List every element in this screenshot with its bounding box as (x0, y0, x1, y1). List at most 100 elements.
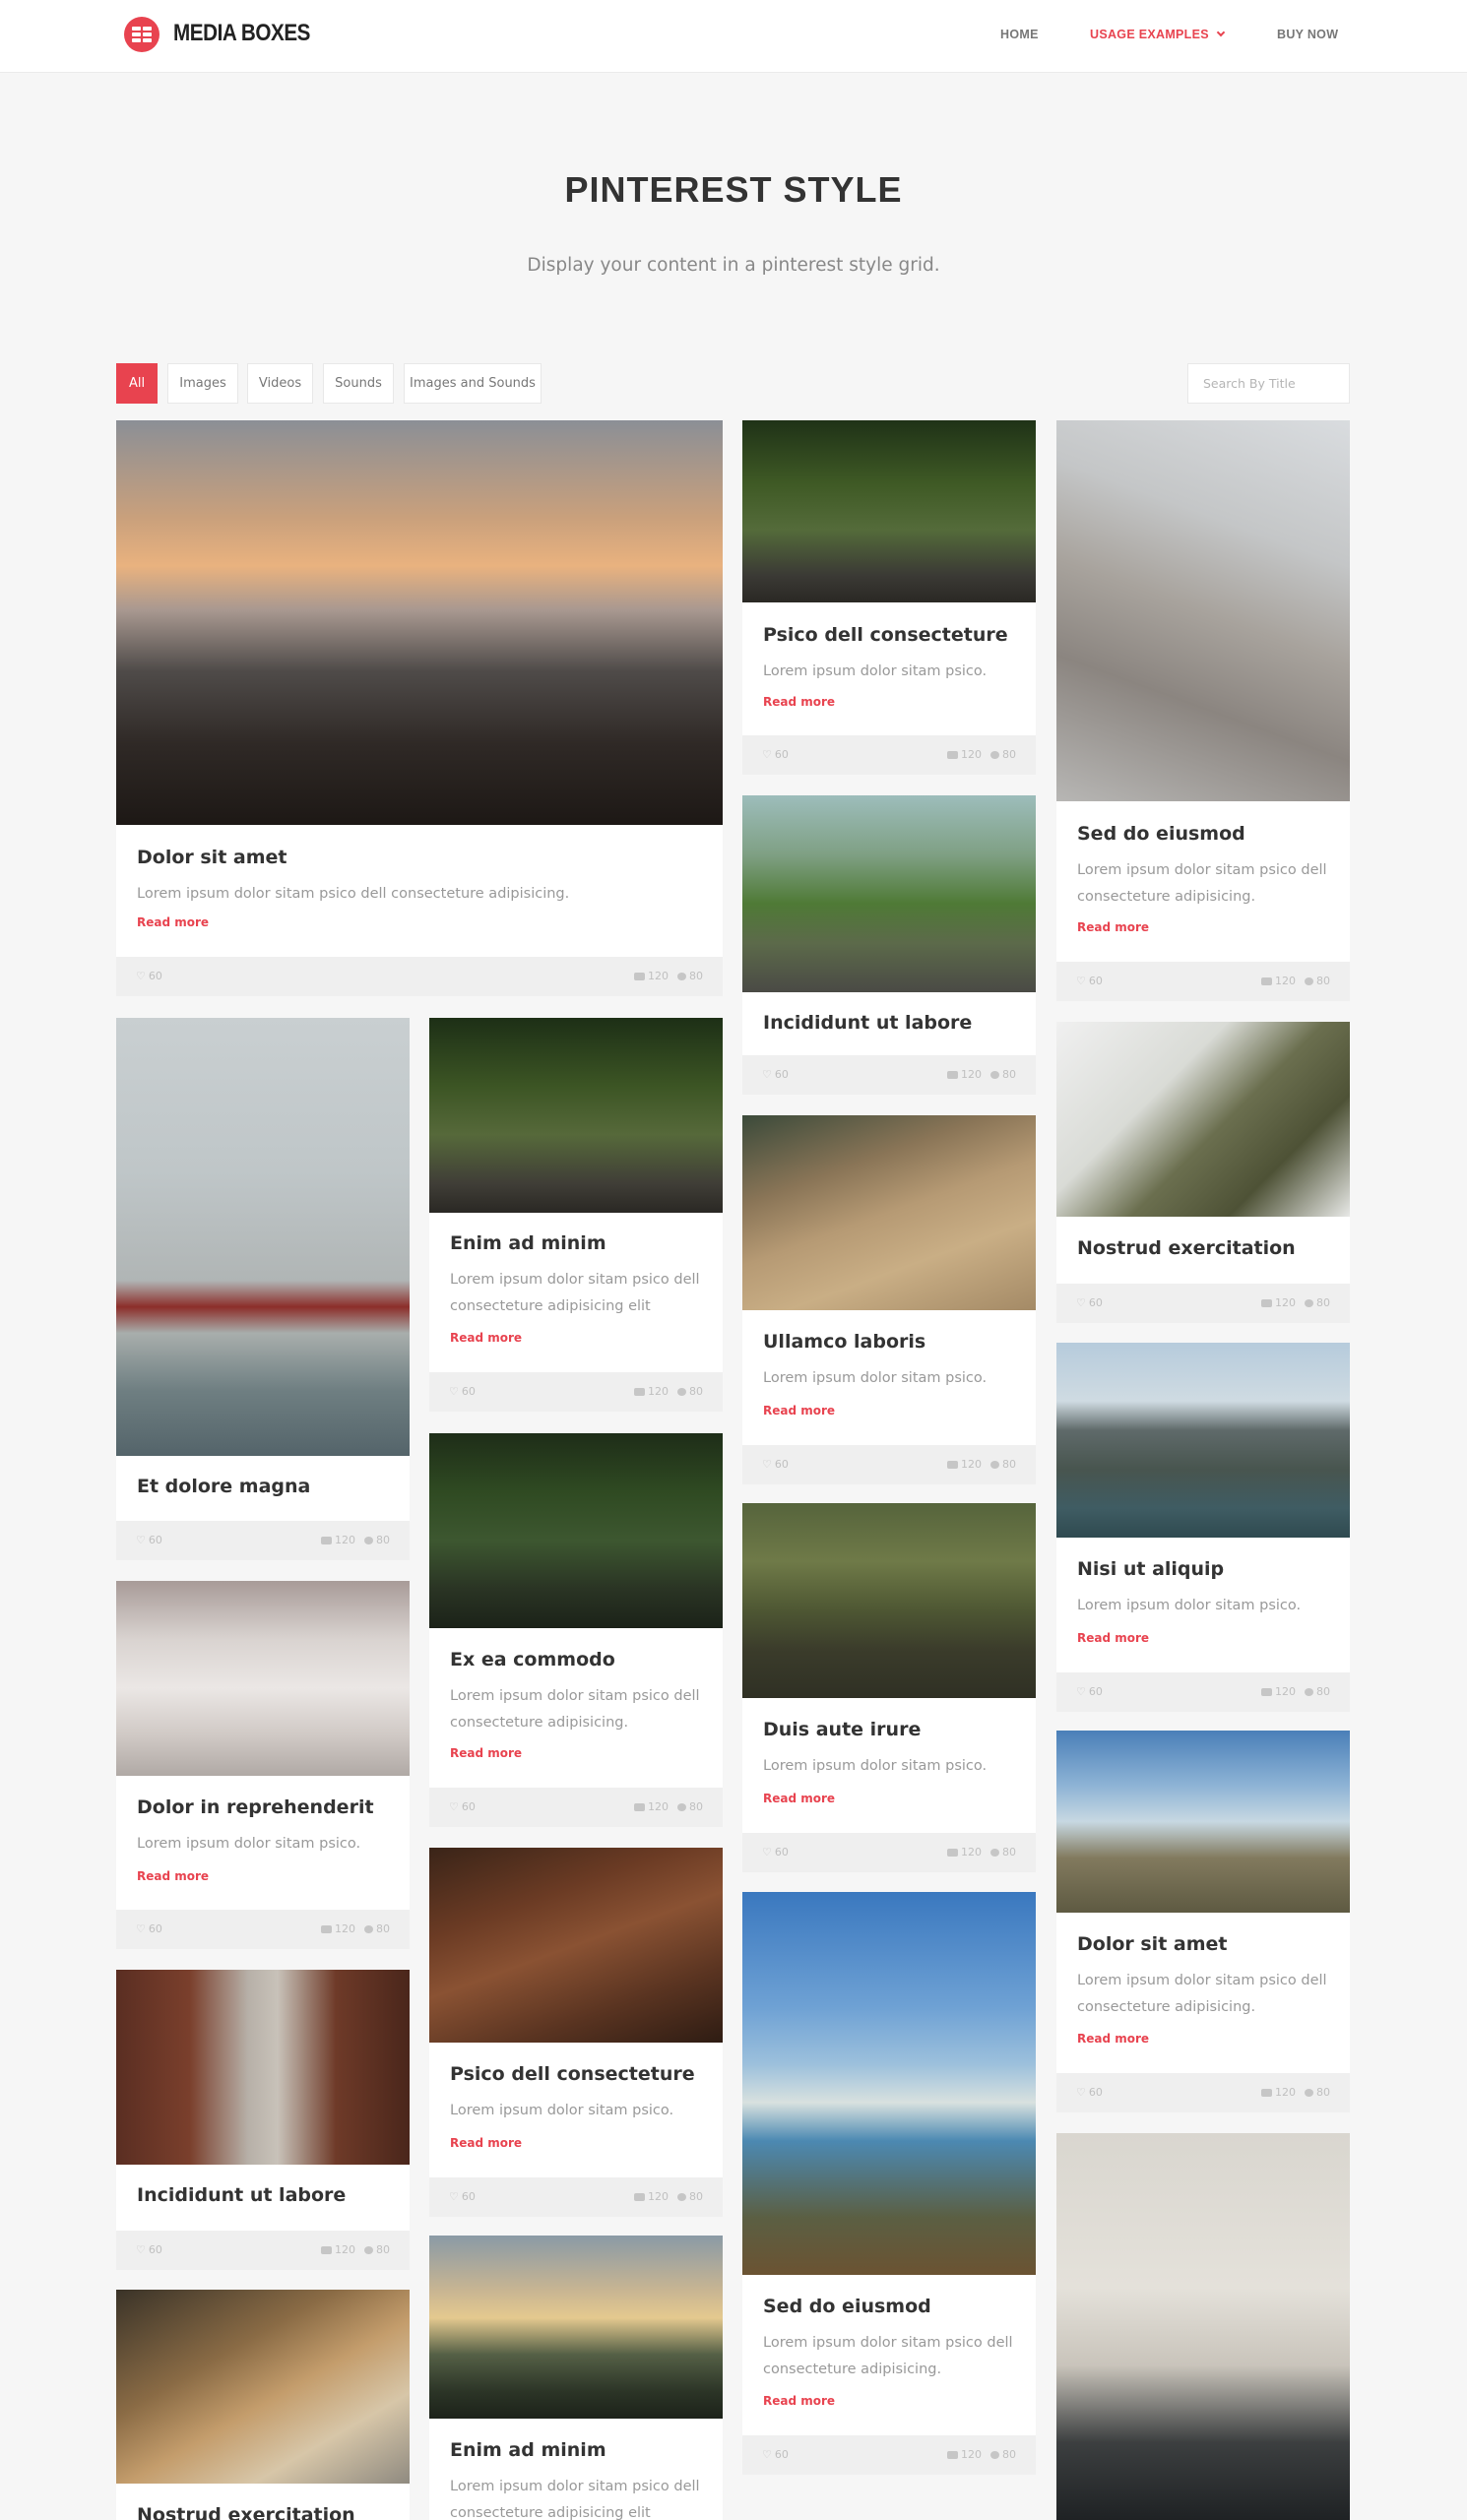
card-image[interactable] (429, 1848, 723, 2043)
card-title[interactable]: Ex ea commodo (450, 1649, 615, 1670)
nav-home[interactable]: HOME (1000, 28, 1039, 41)
like-button[interactable]: ♡ 60 (136, 1534, 162, 1546)
card-title[interactable]: Et dolore magna (137, 1476, 310, 1497)
read-more-link[interactable]: Read more (137, 1869, 209, 1883)
heart-icon: ♡ (1076, 2086, 1086, 2099)
filter-sounds[interactable]: Sounds (323, 363, 394, 404)
card-footer: ♡ 60 120 80 (1056, 962, 1350, 1001)
like-button[interactable]: ♡ 60 (762, 1846, 789, 1858)
read-more-link[interactable]: Read more (450, 2136, 522, 2150)
media-card[interactable] (1056, 2133, 1350, 2520)
card-title[interactable]: Nostrud exercitation (1077, 1237, 1296, 1259)
card-title[interactable]: Ullamco laboris (763, 1331, 925, 1353)
filter-images-and-sounds[interactable]: Images and Sounds (404, 363, 542, 404)
read-more-link[interactable]: Read more (450, 1746, 522, 1760)
like-button[interactable]: ♡ 60 (1076, 1685, 1103, 1698)
card-description: Lorem ipsum dolor sitam psico dell conse… (450, 1688, 700, 1731)
card-title[interactable]: Psico dell consecteture (450, 2063, 695, 2085)
like-button[interactable]: ♡ 60 (136, 970, 162, 982)
like-button[interactable]: ♡ 60 (762, 1458, 789, 1471)
card-title[interactable]: Psico dell consecteture (763, 624, 1008, 646)
card-image[interactable] (1056, 1731, 1350, 1913)
card-image[interactable] (742, 795, 1036, 992)
like-button[interactable]: ♡ 60 (449, 1800, 476, 1813)
media-card[interactable]: Et dolore magna ♡ 60 120 80 (116, 1018, 410, 1560)
media-card[interactable]: Nostrud exercitation ♡ 60 120 80 (1056, 1022, 1350, 1323)
card-image[interactable] (116, 2290, 410, 2484)
nav-buy-now[interactable]: BUY NOW (1277, 28, 1338, 41)
card-image[interactable] (742, 1892, 1036, 2275)
logo-icon[interactable] (124, 17, 159, 52)
media-card[interactable]: Duis aute irure Lorem ipsum dolor sitam … (742, 1503, 1036, 1872)
like-button[interactable]: ♡ 60 (1076, 2086, 1103, 2099)
read-more-link[interactable]: Read more (450, 1331, 522, 1345)
card-image[interactable] (1056, 420, 1350, 801)
media-card[interactable]: Enim ad minim Lorem ipsum dolor sitam ps… (429, 1018, 723, 1412)
media-card[interactable]: Sed do eiusmod Lorem ipsum dolor sitam p… (1056, 420, 1350, 1001)
filter-images[interactable]: Images (167, 363, 238, 404)
media-card[interactable]: Dolor in reprehenderit Lorem ipsum dolor… (116, 1581, 410, 1949)
card-title[interactable]: Dolor in reprehenderit (137, 1796, 374, 1818)
card-title[interactable]: Sed do eiusmod (763, 2296, 931, 2317)
media-card[interactable]: Ullamco laboris Lorem ipsum dolor sitam … (742, 1115, 1036, 1484)
card-title[interactable]: Nostrud exercitation (137, 2504, 355, 2520)
card-title[interactable]: Dolor sit amet (1077, 1933, 1227, 1955)
media-card[interactable]: Psico dell consecteture Lorem ipsum dolo… (429, 1848, 723, 2217)
card-title[interactable]: Dolor sit amet (137, 847, 287, 868)
card-image[interactable] (116, 420, 723, 825)
media-card[interactable]: Psico dell consecteture Lorem ipsum dolo… (742, 420, 1036, 775)
read-more-link[interactable]: Read more (763, 1792, 835, 1805)
card-image[interactable] (429, 1433, 723, 1628)
like-button[interactable]: ♡ 60 (762, 748, 789, 761)
read-more-link[interactable]: Read more (1077, 1631, 1149, 1645)
card-title[interactable]: Nisi ut aliquip (1077, 1558, 1224, 1580)
like-button[interactable]: ♡ 60 (762, 1068, 789, 1081)
card-title[interactable]: Enim ad minim (450, 2439, 606, 2461)
read-more-link[interactable]: Read more (1077, 920, 1149, 934)
like-button[interactable]: ♡ 60 (449, 2190, 476, 2203)
media-card[interactable]: Enim ad minim Lorem ipsum dolor sitam ps… (429, 2236, 723, 2520)
card-image[interactable] (742, 1503, 1036, 1698)
media-card[interactable]: Dolor sit amet Lorem ipsum dolor sitam p… (1056, 1731, 1350, 2112)
likes-count: 60 (1088, 1296, 1103, 1309)
like-button[interactable]: ♡ 60 (762, 2448, 789, 2461)
card-title[interactable]: Duis aute irure (763, 1719, 921, 1740)
card-title[interactable]: Enim ad minim (450, 1232, 606, 1254)
like-button[interactable]: ♡ 60 (136, 1922, 162, 1935)
like-button[interactable]: ♡ 60 (1076, 975, 1103, 987)
card-image[interactable] (742, 420, 1036, 602)
card-image[interactable] (1056, 2133, 1350, 2520)
card-title[interactable]: Sed do eiusmod (1077, 823, 1245, 845)
media-card[interactable]: Incididunt ut labore ♡ 60 120 80 (742, 795, 1036, 1095)
media-card[interactable]: Incididunt ut labore ♡ 60 120 80 (116, 1970, 410, 2270)
brand-name[interactable]: MEDIA BOXES (173, 20, 310, 47)
read-more-link[interactable]: Read more (1077, 2032, 1149, 2046)
read-more-link[interactable]: Read more (137, 915, 209, 929)
nav-usage-examples[interactable]: USAGE EXAMPLES (1090, 28, 1226, 41)
search-input[interactable] (1187, 363, 1350, 404)
media-card[interactable]: Sed do eiusmod Lorem ipsum dolor sitam p… (742, 1892, 1036, 2475)
card-image[interactable] (116, 1970, 410, 2165)
card-image[interactable] (1056, 1343, 1350, 1538)
media-card[interactable]: Nostrud exercitation (116, 2290, 410, 2520)
card-title[interactable]: Incididunt ut labore (763, 1012, 972, 1034)
read-more-link[interactable]: Read more (763, 695, 835, 709)
read-more-link[interactable]: Read more (763, 1404, 835, 1418)
media-card[interactable]: Dolor sit amet Lorem ipsum dolor sitam p… (116, 420, 723, 996)
card-image[interactable] (429, 1018, 723, 1213)
filter-videos[interactable]: Videos (247, 363, 313, 404)
card-image[interactable] (116, 1018, 410, 1456)
card-image[interactable] (429, 2236, 723, 2419)
like-button[interactable]: ♡ 60 (449, 1385, 476, 1398)
like-button[interactable]: ♡ 60 (1076, 1296, 1103, 1309)
media-card[interactable]: Ex ea commodo Lorem ipsum dolor sitam ps… (429, 1433, 723, 1827)
card-image[interactable] (116, 1581, 410, 1776)
filter-all[interactable]: All (116, 363, 158, 404)
read-more-link[interactable]: Read more (763, 2394, 835, 2408)
heart-icon: ♡ (1076, 1296, 1086, 1309)
card-image[interactable] (1056, 1022, 1350, 1217)
card-title[interactable]: Incididunt ut labore (137, 2184, 346, 2206)
like-button[interactable]: ♡ 60 (136, 2243, 162, 2256)
media-card[interactable]: Nisi ut aliquip Lorem ipsum dolor sitam … (1056, 1343, 1350, 1712)
card-image[interactable] (742, 1115, 1036, 1310)
